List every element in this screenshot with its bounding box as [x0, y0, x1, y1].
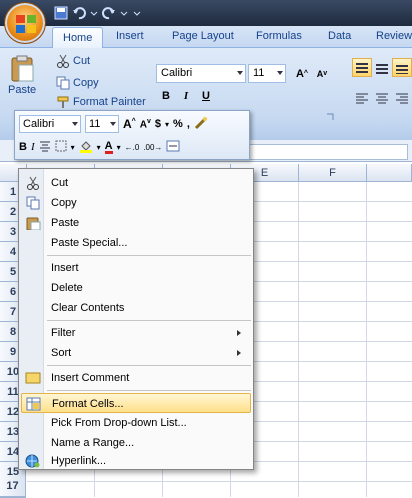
- mini-shrink-font-button[interactable]: Av: [140, 118, 151, 130]
- grow-font-button[interactable]: A ^: [292, 64, 312, 83]
- menu-item-delete[interactable]: Delete: [21, 278, 251, 298]
- mini-comma-button[interactable]: ,: [187, 118, 190, 130]
- menu-separator: [47, 390, 251, 391]
- mini-font-name-combo[interactable]: Calibri: [19, 115, 81, 133]
- menu-item-insert-comment[interactable]: Insert Comment: [21, 368, 251, 388]
- menu-separator: [47, 320, 251, 321]
- tab-formulas[interactable]: Formulas: [256, 30, 302, 42]
- mini-percent-button[interactable]: %: [173, 118, 183, 130]
- hyperlink-globe-icon: [25, 454, 40, 468]
- format-painter-icon[interactable]: [194, 116, 208, 133]
- align-icon: [396, 64, 408, 74]
- chevron-down-icon[interactable]: ▾: [117, 143, 121, 152]
- align-center-button[interactable]: [372, 88, 392, 107]
- menu-item-format-cells[interactable]: Format Cells...: [21, 393, 251, 413]
- paste-button[interactable]: Paste: [8, 54, 36, 96]
- comment-icon: [25, 372, 41, 384]
- menu-item-paste-special[interactable]: Paste Special...: [21, 233, 251, 253]
- undo-icon[interactable]: [72, 6, 86, 20]
- clipboard-icon: [11, 55, 34, 82]
- chevron-down-icon[interactable]: [120, 6, 128, 20]
- font-color-icon[interactable]: A: [104, 140, 113, 154]
- menu-separator: [47, 365, 251, 366]
- copy-icon: [56, 76, 70, 90]
- menu-item-pick-from-list[interactable]: Pick From Drop-down List...: [21, 413, 251, 433]
- context-menu: Cut Copy Paste Paste Special... Insert D…: [18, 168, 254, 470]
- chevron-down-icon[interactable]: ▾: [97, 143, 101, 152]
- mini-currency-button[interactable]: $: [155, 118, 161, 130]
- italic-button[interactable]: I: [176, 86, 196, 105]
- format-cells-icon: [26, 397, 41, 411]
- shrink-font-button[interactable]: Av: [312, 64, 332, 83]
- copy-icon: [26, 196, 40, 210]
- dialog-launcher-icon[interactable]: [326, 112, 334, 120]
- mini-toolbar: Calibri 11 A^ Av $ ▾ % , B I ▾ ▾ A ▾ ←.0…: [14, 110, 250, 160]
- tab-insert[interactable]: Insert: [116, 30, 144, 42]
- font-size-combo[interactable]: 11: [248, 64, 286, 83]
- chevron-right-icon: [237, 330, 241, 336]
- chevron-right-icon: [237, 350, 241, 356]
- chevron-down-icon[interactable]: ▾: [71, 143, 75, 152]
- menu-item-copy[interactable]: Copy: [21, 193, 251, 213]
- menu-item-clear-contents[interactable]: Clear Contents: [21, 298, 251, 318]
- borders-icon[interactable]: [55, 140, 67, 155]
- menu-item-cut[interactable]: Cut: [21, 173, 251, 193]
- save-icon[interactable]: [54, 6, 68, 20]
- merge-center-icon[interactable]: [166, 140, 180, 155]
- quick-access-toolbar: [54, 4, 142, 22]
- tab-data[interactable]: Data: [328, 30, 351, 42]
- decrease-decimal-icon[interactable]: .00→: [143, 143, 162, 152]
- align-center-icon: [376, 93, 388, 103]
- align-top-button[interactable]: [352, 58, 372, 77]
- align-center-icon[interactable]: [39, 140, 51, 155]
- menu-item-sort[interactable]: Sort: [21, 343, 251, 363]
- brush-icon: [57, 96, 69, 108]
- office-button[interactable]: [4, 2, 46, 44]
- column-header-f[interactable]: F: [299, 164, 367, 182]
- menu-item-insert[interactable]: Insert: [21, 258, 251, 278]
- mini-toolbar-row-1: Calibri 11 A^ Av $ ▾ % ,: [19, 114, 208, 134]
- format-painter-button[interactable]: Format Painter: [56, 96, 146, 108]
- clipboard-icon: [26, 217, 41, 230]
- bold-button[interactable]: B: [156, 86, 176, 105]
- ribbon-tab-bar: Home Insert Page Layout Formulas Data Re…: [0, 26, 412, 49]
- align-right-icon: [396, 93, 408, 103]
- menu-item-paste[interactable]: Paste: [21, 213, 251, 233]
- chevron-down-icon[interactable]: ▾: [165, 120, 169, 129]
- align-right-button[interactable]: [392, 88, 412, 107]
- scissors-icon: [27, 176, 39, 190]
- fill-color-icon[interactable]: [79, 139, 93, 156]
- menu-item-name-range[interactable]: Name a Range...: [21, 433, 251, 453]
- redo-icon[interactable]: [102, 6, 116, 20]
- mini-grow-font-button[interactable]: A^: [123, 117, 136, 131]
- mini-font-size-combo[interactable]: 11: [85, 115, 119, 133]
- tab-home[interactable]: Home: [52, 27, 104, 49]
- menu-item-filter[interactable]: Filter: [21, 323, 251, 343]
- align-left-button[interactable]: [352, 88, 372, 107]
- increase-decimal-icon[interactable]: ←.0: [125, 143, 140, 152]
- scissors-icon: [57, 54, 69, 68]
- align-bottom-button[interactable]: [392, 58, 412, 77]
- align-middle-button[interactable]: [372, 58, 392, 77]
- mini-italic-button[interactable]: I: [31, 141, 35, 153]
- copy-button[interactable]: Copy: [56, 76, 99, 90]
- mini-bold-button[interactable]: B: [19, 141, 27, 153]
- cut-button[interactable]: Cut: [56, 54, 90, 68]
- align-left-icon: [356, 93, 368, 103]
- customize-qat-icon[interactable]: [132, 6, 142, 20]
- title-bar: [0, 0, 412, 26]
- align-icon: [376, 63, 388, 74]
- menu-separator: [47, 255, 251, 256]
- align-icon: [356, 62, 368, 73]
- underline-button[interactable]: U: [196, 86, 216, 105]
- font-name-combo[interactable]: Calibri: [156, 64, 246, 83]
- column-header[interactable]: [367, 164, 412, 182]
- office-logo-icon: [16, 15, 36, 33]
- mini-toolbar-row-2: B I ▾ ▾ A ▾ ←.0 .00→: [19, 137, 180, 157]
- row-header[interactable]: 17: [0, 476, 26, 496]
- menu-item-hyperlink[interactable]: Hyperlink...: [21, 451, 251, 471]
- tab-page-layout[interactable]: Page Layout: [172, 30, 234, 42]
- chevron-down-icon[interactable]: [90, 6, 98, 20]
- tab-review[interactable]: Review: [376, 30, 412, 42]
